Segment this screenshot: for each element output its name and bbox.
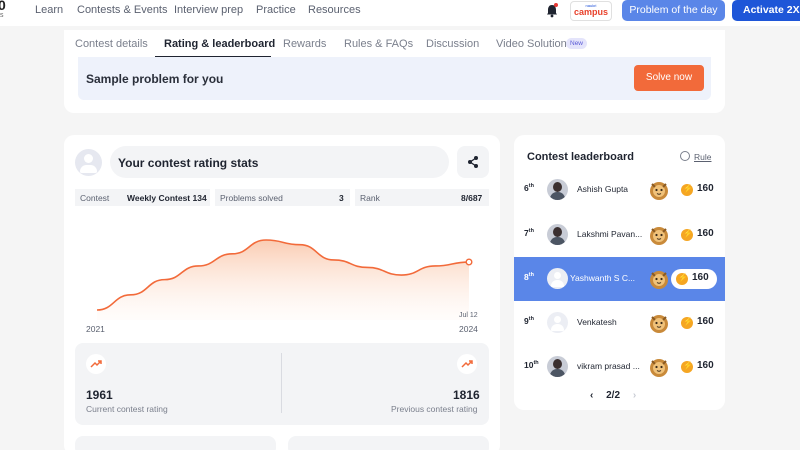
solve-now-button[interactable]: Solve now	[634, 65, 704, 91]
sample-problem-text: Sample problem for you	[86, 72, 224, 86]
problems-solved-label: Problems solved	[220, 193, 283, 203]
top-nav: 0 s Learn Contests & Events Interview pr…	[0, 0, 800, 26]
next-page-button[interactable]: ›	[633, 390, 636, 401]
tab-rewards[interactable]: Rewards	[283, 38, 326, 50]
tab-video-solution[interactable]: Video Solution	[496, 38, 567, 50]
coin-icon	[676, 273, 688, 285]
rating-divider	[281, 353, 282, 413]
info-icon	[680, 151, 690, 161]
leaderboard-score: 160	[680, 180, 720, 200]
contest-value: Weekly Contest 134	[127, 193, 207, 203]
leaderboard-row[interactable]: 9th Venkatesh 160	[514, 301, 725, 345]
leaderboard-score: 160	[680, 357, 720, 377]
avatar	[547, 312, 568, 333]
leaderboard-row[interactable]: 7th Lakshmi Pavan... 160	[514, 213, 725, 257]
leaderboard-pager: ‹ 2/2 ›	[590, 390, 636, 401]
rank-value: 8/687	[461, 193, 483, 203]
rank-label: Rank	[360, 193, 380, 203]
leaderboard-score: 160	[680, 225, 720, 245]
leaderboard-name[interactable]: Venkatesh	[577, 317, 617, 327]
current-rating-value: 1961	[86, 388, 113, 402]
tiger-badge-icon	[650, 227, 668, 245]
leaderboard-name[interactable]: Ashish Gupta	[577, 184, 628, 194]
leaderboard-rank: 8th	[524, 272, 534, 282]
activate-button[interactable]: Activate 2X b	[732, 0, 800, 21]
current-rating-label: Current contest rating	[86, 404, 168, 414]
previous-rating-value: 1816	[453, 388, 480, 402]
rating-last-point[interactable]	[465, 258, 473, 266]
coin-icon	[681, 184, 693, 196]
leaderboard-name[interactable]: Lakshmi Pavan...	[577, 229, 642, 239]
stats-title: Your contest rating stats	[118, 156, 259, 170]
chart-start-year: 2021	[86, 324, 105, 334]
prev-page-button[interactable]: ‹	[590, 390, 593, 401]
page-indicator: 2/2	[606, 390, 621, 401]
leaderboard-name[interactable]: Yashwanth S C...	[570, 273, 635, 283]
leaderboard-row[interactable]: 10th vikram prasad ... 160	[514, 345, 725, 389]
contest-label: Contest	[80, 193, 110, 203]
leaderboard-rank: 9th	[524, 316, 534, 326]
tab-discussion[interactable]: Discussion	[426, 38, 479, 50]
leaderboard-score: 160	[680, 313, 720, 333]
rule-link[interactable]: Rule	[694, 152, 711, 162]
nav-practice[interactable]: Practice	[256, 4, 296, 16]
leaderboard-rank: 6th	[524, 183, 534, 193]
rating-chart	[96, 239, 473, 320]
leaderboard-title: Contest leaderboard	[527, 151, 634, 163]
coin-icon	[681, 229, 693, 241]
problems-solved-value: 3	[339, 193, 344, 203]
trend-up-icon	[457, 354, 477, 374]
bottom-card-left	[75, 436, 276, 450]
new-badge: New	[566, 38, 588, 49]
nav-learn[interactable]: Learn	[35, 4, 63, 16]
tiger-badge-icon	[650, 359, 668, 377]
avatar	[75, 149, 102, 176]
campus-logo[interactable]: naukri campus	[570, 1, 612, 21]
problem-of-the-day-button[interactable]: Problem of the day	[622, 0, 725, 21]
coin-icon	[681, 361, 693, 373]
avatar	[547, 356, 568, 377]
chart-end-date: Jul 12	[459, 312, 478, 319]
previous-rating-label: Previous contest rating	[391, 404, 478, 414]
bottom-card-right	[288, 436, 489, 450]
share-icon	[468, 156, 478, 168]
share-button[interactable]	[457, 146, 489, 178]
avatar	[547, 268, 568, 289]
leaderboard-score: 160	[671, 269, 717, 289]
tiger-badge-icon	[650, 271, 668, 289]
tiger-badge-icon	[650, 182, 668, 200]
chart-end-year: 2024	[459, 324, 478, 334]
avatar	[547, 224, 568, 245]
leaderboard-name[interactable]: vikram prasad ...	[577, 361, 640, 371]
nav-resources[interactable]: Resources	[308, 4, 361, 16]
leaderboard-rank: 10th	[524, 360, 539, 370]
avatar	[547, 179, 568, 200]
campus-text: campus	[573, 7, 608, 17]
rating-area-fill	[97, 240, 469, 320]
tab-contest-details[interactable]: Contest details	[75, 38, 148, 50]
leaderboard-row[interactable]: 8th Yashwanth S C... 160	[514, 257, 725, 301]
coin-icon	[681, 317, 693, 329]
notification-dot	[554, 3, 558, 7]
leaderboard-rank: 7th	[524, 228, 534, 238]
tiger-badge-icon	[650, 315, 668, 333]
nav-contests-events[interactable]: Contests & Events	[77, 4, 168, 16]
tab-rating-leaderboard[interactable]: Rating & leaderboard	[164, 38, 275, 50]
logo-subtext: s	[0, 12, 4, 19]
trend-up-icon	[86, 354, 106, 374]
tab-rules-faqs[interactable]: Rules & FAQs	[344, 38, 413, 50]
leaderboard-row[interactable]: 6th Ashish Gupta 160	[514, 168, 725, 212]
nav-interview-prep[interactable]: Interview prep	[174, 4, 243, 16]
